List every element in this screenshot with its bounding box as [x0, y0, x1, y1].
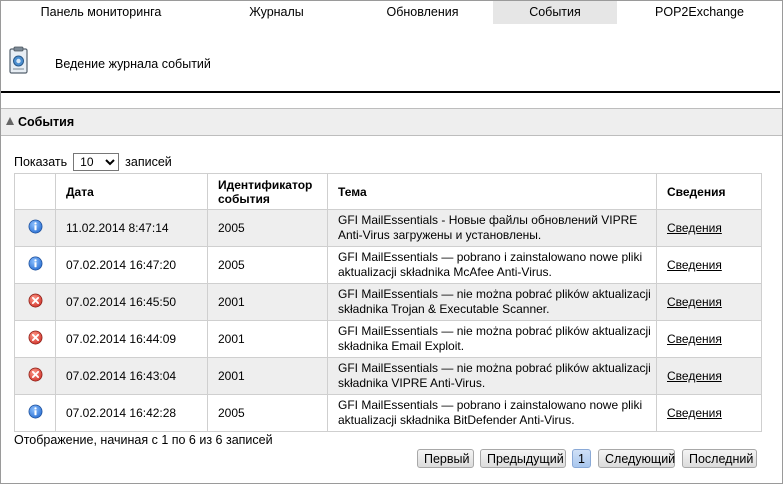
- records-per-page-select[interactable]: 10: [73, 153, 120, 171]
- column-header-subject[interactable]: Тема: [327, 173, 657, 210]
- event-id-header-line2: события: [218, 191, 270, 206]
- last-page-button[interactable]: Последний: [682, 449, 757, 468]
- details-link[interactable]: Сведения: [667, 221, 722, 235]
- tab-updates[interactable]: Обновления: [352, 1, 493, 24]
- info-icon: [28, 404, 43, 422]
- row-subject: GFI MailEssentials — nie można pobrać pl…: [327, 357, 657, 395]
- row-date: 07.02.2014 16:44:09: [55, 320, 208, 358]
- column-header-icon: [14, 173, 56, 210]
- row-date: 11.02.2014 8:47:14: [55, 209, 208, 247]
- column-header-date[interactable]: Дата: [55, 173, 208, 210]
- row-subject: GFI MailEssentials — nie można pobrać pl…: [327, 320, 657, 358]
- table-row[interactable]: 07.02.2014 16:47:20 2005 GFI MailEssential…: [14, 246, 762, 284]
- column-header-details[interactable]: Сведения: [656, 173, 762, 210]
- details-link[interactable]: Сведения: [667, 258, 722, 272]
- tab-dashboard[interactable]: Панель мониторинга: [1, 1, 201, 24]
- log-clipboard-icon: [9, 46, 29, 74]
- events-table: Дата Идентификатор события Тема Сведения …: [14, 173, 762, 432]
- row-icon-cell: [14, 283, 56, 321]
- row-details-cell: Сведения: [656, 283, 762, 321]
- column-header-event-id[interactable]: Идентификатор события: [207, 173, 328, 210]
- tab-events[interactable]: События: [493, 1, 617, 24]
- row-event-id: 2001: [207, 320, 328, 358]
- header-divider: [1, 91, 780, 93]
- row-date: 07.02.2014 16:42:28: [55, 394, 208, 432]
- row-subject: GFI MailEssentials — pobrano i zainstalo…: [327, 246, 657, 284]
- row-details-cell: Сведения: [656, 209, 762, 247]
- previous-page-button[interactable]: Предыдущий: [480, 449, 566, 468]
- row-event-id: 2005: [207, 394, 328, 432]
- table-row[interactable]: 11.02.2014 8:47:14 2005 GFI MailEssentials…: [14, 209, 762, 247]
- row-icon-cell: [14, 320, 56, 358]
- top-tab-bar: Панель мониторинга Журналы Обновления Со…: [1, 1, 782, 24]
- row-icon-cell: [14, 209, 56, 247]
- info-icon: [28, 219, 43, 237]
- event-id-header-line1: Идентификатор: [218, 177, 313, 192]
- section-title: События: [18, 115, 75, 129]
- row-event-id: 2005: [207, 209, 328, 247]
- row-icon-cell: [14, 394, 56, 432]
- row-date: 07.02.2014 16:45:50: [55, 283, 208, 321]
- row-details-cell: Сведения: [656, 357, 762, 395]
- table-row[interactable]: 07.02.2014 16:45:50 2001 GFI MailEssential…: [14, 283, 762, 321]
- details-link[interactable]: Сведения: [667, 332, 722, 346]
- table-row[interactable]: 07.02.2014 16:43:04 2001 GFI MailEssential…: [14, 357, 762, 395]
- length-label-before: Показать: [14, 155, 68, 169]
- row-date: 07.02.2014 16:43:04: [55, 357, 208, 395]
- details-link[interactable]: Сведения: [667, 406, 722, 420]
- length-menu: Показать 10 записей: [14, 153, 172, 171]
- row-event-id: 2001: [207, 357, 328, 395]
- row-subject: GFI MailEssentials — nie można pobrać pl…: [327, 283, 657, 321]
- row-subject: GFI MailEssentials - Новые файлы обновле…: [327, 209, 657, 247]
- table-row[interactable]: 07.02.2014 16:44:09 2001 GFI MailEssential…: [14, 320, 762, 358]
- info-icon: [28, 256, 43, 274]
- table-info: Отображение, начиная с 1 по 6 из 6 запис…: [14, 433, 273, 447]
- error-icon: [28, 293, 43, 311]
- row-icon-cell: [14, 357, 56, 395]
- error-icon: [28, 330, 43, 348]
- tab-pop2exchange[interactable]: POP2Exchange: [617, 1, 782, 24]
- table-row[interactable]: 07.02.2014 16:42:28 2005 GFI MailEssential…: [14, 394, 762, 432]
- tab-logs[interactable]: Журналы: [201, 1, 352, 24]
- table-header-row: Дата Идентификатор события Тема Сведения: [14, 173, 762, 210]
- page-1-button[interactable]: 1: [572, 449, 591, 468]
- row-event-id: 2005: [207, 246, 328, 284]
- length-label-after: записей: [125, 155, 172, 169]
- row-details-cell: Сведения: [656, 246, 762, 284]
- row-subject: GFI MailEssentials — pobrano i zainstalo…: [327, 394, 657, 432]
- collapse-triangle-icon[interactable]: [6, 117, 14, 125]
- error-icon: [28, 367, 43, 385]
- row-details-cell: Сведения: [656, 320, 762, 358]
- details-link[interactable]: Сведения: [667, 369, 722, 383]
- events-section-header[interactable]: События: [1, 108, 782, 136]
- next-page-button[interactable]: Следующий: [598, 449, 675, 468]
- row-event-id: 2001: [207, 283, 328, 321]
- page-title: Ведение журнала событий: [55, 57, 211, 71]
- row-icon-cell: [14, 246, 56, 284]
- first-page-button[interactable]: Первый: [417, 449, 474, 468]
- row-date: 07.02.2014 16:47:20: [55, 246, 208, 284]
- details-link[interactable]: Сведения: [667, 295, 722, 309]
- row-details-cell: Сведения: [656, 394, 762, 432]
